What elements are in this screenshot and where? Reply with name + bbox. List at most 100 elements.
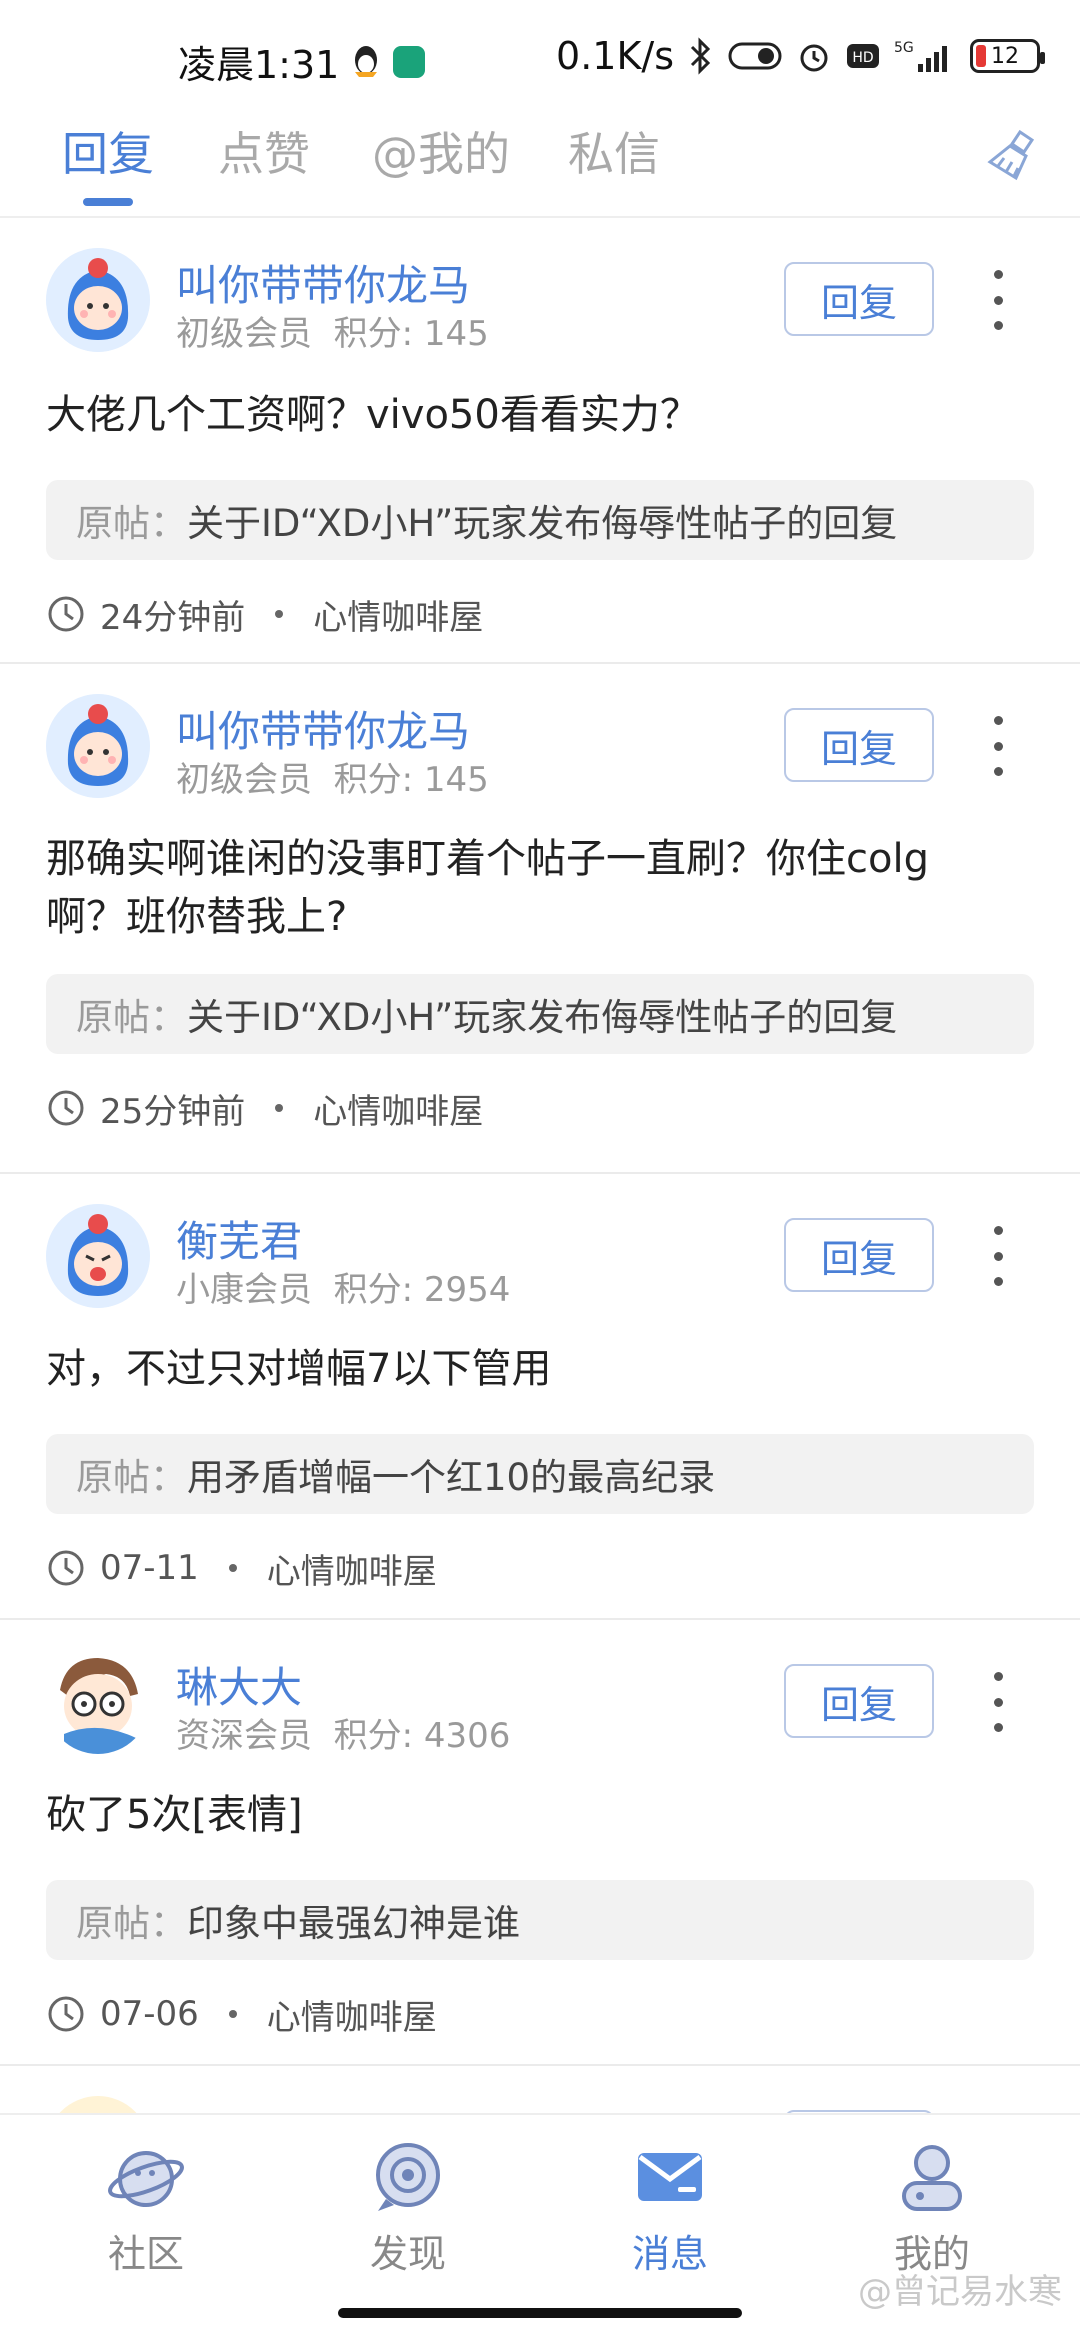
reply-button[interactable]: 回复: [784, 1664, 934, 1738]
planet-icon: [108, 2151, 184, 2207]
item-footer: 24分钟前 心情咖啡屋: [46, 586, 1034, 642]
status-time: 凌晨1:31: [178, 43, 340, 87]
separator-dot: [275, 610, 284, 618]
item-footer: 07-11 心情咖啡屋: [46, 1540, 1034, 1596]
username[interactable]: 叫你带带你龙马: [176, 252, 470, 313]
avatar[interactable]: [46, 694, 150, 798]
tab-indicator: [83, 198, 133, 206]
post-time: 07-06: [100, 1994, 199, 2034]
reply-content: 大佬几个工资啊？vivo50看看实力？: [46, 392, 700, 438]
clock-icon: [48, 596, 84, 632]
tab-mentions[interactable]: @我的: [372, 118, 510, 184]
tab-likes[interactable]: 点赞: [218, 118, 310, 184]
list-item[interactable]: 衡芜君 小康会员 积分: 2954 回复 对，不过只对增幅7以下管用 原帖： 用矛…: [0, 1174, 1080, 1620]
nav-label: 发现: [369, 2232, 446, 2276]
avatar[interactable]: [46, 248, 150, 352]
original-post-link[interactable]: 原帖： 印象中最强幻神是谁: [46, 1880, 1034, 1960]
forum-name[interactable]: 心情咖啡屋: [267, 1990, 437, 2039]
nav-discover[interactable]: 发现: [328, 2135, 488, 2278]
hd-icon: HD: [846, 41, 880, 71]
message-tabs: 回复 点赞 @我的 私信: [0, 112, 1080, 218]
reply-content: 对，不过只对增幅7以下管用: [46, 1346, 552, 1392]
forum-name[interactable]: 心情咖啡屋: [267, 1544, 437, 1593]
orig-title: 关于ID“XD小H”玩家发布侮辱性帖子的回复: [187, 502, 898, 545]
tab-reply[interactable]: 回复: [62, 118, 154, 184]
reply-content: 那确实啊谁闲的没事盯着个帖子一直刷？你住colg啊？班你替我上?: [46, 836, 929, 940]
more-options-icon[interactable]: [988, 1672, 1008, 1732]
orig-prefix: 原帖：: [76, 1456, 187, 1499]
reply-button[interactable]: 回复: [784, 708, 934, 782]
nav-community[interactable]: 社区: [66, 2135, 226, 2278]
user-meta: 初级会员 积分: 145: [176, 752, 489, 801]
qq-icon: [351, 44, 381, 80]
separator-dot: [228, 1564, 237, 1572]
username[interactable]: 叫你带带你龙马: [176, 698, 470, 759]
forum-name[interactable]: 心情咖啡屋: [313, 590, 483, 639]
clock-icon: [48, 1090, 84, 1126]
mail-icon: [638, 2153, 702, 2201]
avatar[interactable]: [46, 1204, 150, 1308]
username[interactable]: 衡芜君: [176, 1208, 302, 1269]
member-points: 积分: 4306: [333, 1716, 511, 1756]
original-post-link[interactable]: 原帖： 用矛盾增幅一个红10的最高纪录: [46, 1434, 1034, 1514]
post-time: 07-11: [100, 1548, 199, 1588]
list-item[interactable]: [0, 2066, 1080, 2113]
list-item[interactable]: 叫你带带你龙马 初级会员 积分: 145 回复 大佬几个工资啊？vivo50看看…: [0, 218, 1080, 664]
member-level: 小康会员: [176, 1270, 312, 1310]
battery-level: 12: [991, 43, 1019, 69]
svg-text:5G: 5G: [894, 40, 914, 56]
more-options-icon[interactable]: [988, 270, 1008, 330]
toggle-icon: [728, 40, 782, 72]
original-post-link[interactable]: 原帖： 关于ID“XD小H”玩家发布侮辱性帖子的回复: [46, 480, 1034, 560]
clock-icon: [48, 1550, 84, 1586]
user-meta: 资深会员 积分: 4306: [176, 1708, 510, 1757]
profile-icon: [902, 2145, 962, 2211]
avatar[interactable]: [46, 2096, 150, 2113]
clock-icon: [48, 1996, 84, 2032]
reply-content: 砍了5次[表情]: [46, 1792, 303, 1838]
forum-name[interactable]: 心情咖啡屋: [313, 1084, 483, 1133]
watermark: @曾记易水寒: [858, 2272, 1062, 2312]
reply-list: 叫你带带你龙马 初级会员 积分: 145 回复 大佬几个工资啊？vivo50看看…: [0, 218, 1080, 2113]
orig-prefix: 原帖：: [76, 996, 187, 1039]
orig-title: 用矛盾增幅一个红10的最高纪录: [187, 1456, 716, 1499]
list-item[interactable]: 琳大大 资深会员 积分: 4306 回复 砍了5次[表情] 原帖： 印象中最强幻神…: [0, 1620, 1080, 2066]
more-options-icon[interactable]: [988, 1226, 1008, 1286]
member-level: 初级会员: [176, 314, 312, 354]
reply-button[interactable]: 回复: [784, 1218, 934, 1292]
list-item[interactable]: 叫你带带你龙马 初级会员 积分: 145 回复 那确实啊谁闲的没事盯着个帖子一直…: [0, 664, 1080, 1174]
member-points: 积分: 145: [333, 760, 489, 800]
item-footer: 07-06 心情咖啡屋: [46, 1986, 1034, 2042]
status-bar: 凌晨1:31 0.1K/s HD 5G 12: [0, 0, 1080, 112]
nav-label: 社区: [107, 2232, 184, 2276]
member-level: 初级会员: [176, 760, 312, 800]
home-indicator[interactable]: [338, 2308, 742, 2318]
reply-button[interactable]: 回复: [784, 262, 934, 336]
orig-prefix: 原帖：: [76, 502, 187, 545]
orig-title: 关于ID“XD小H”玩家发布侮辱性帖子的回复: [187, 996, 898, 1039]
app-notification-icon: [393, 45, 426, 78]
tab-private-messages[interactable]: 私信: [568, 118, 660, 184]
item-footer: 25分钟前 心情咖啡屋: [46, 1080, 1034, 1136]
nav-profile[interactable]: 我的: [852, 2135, 1012, 2278]
orig-prefix: 原帖：: [76, 1902, 187, 1945]
username[interactable]: 琳大大: [176, 1654, 302, 1715]
separator-dot: [228, 2010, 237, 2018]
more-options-icon[interactable]: [988, 716, 1008, 776]
user-meta: 小康会员 积分: 2954: [176, 1262, 510, 1311]
bluetooth-icon: [688, 37, 714, 75]
orig-title: 印象中最强幻神是谁: [187, 1902, 520, 1945]
avatar[interactable]: [46, 1650, 150, 1754]
post-time: 25分钟前: [100, 1091, 246, 1132]
post-time: 24分钟前: [100, 597, 246, 638]
separator-dot: [275, 1104, 284, 1112]
battery-icon: 12: [970, 39, 1045, 73]
original-post-link[interactable]: 原帖： 关于ID“XD小H”玩家发布侮辱性帖子的回复: [46, 974, 1034, 1054]
signal-icon: 5G: [894, 38, 956, 74]
nav-messages[interactable]: 消息: [590, 2135, 750, 2278]
svg-text:HD: HD: [852, 50, 873, 66]
member-points: 积分: 145: [333, 314, 489, 354]
discover-icon: [376, 2143, 440, 2211]
clear-broom-icon[interactable]: [982, 126, 1040, 184]
net-speed: 0.1K/s: [556, 34, 674, 78]
